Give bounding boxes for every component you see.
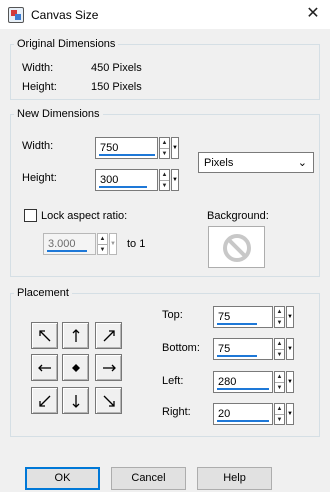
- anchor-top-left-button[interactable]: [31, 322, 58, 349]
- new-width-spinner: 750 ▲ ▼ ▼: [95, 137, 179, 159]
- spin-down-icon[interactable]: ▼: [275, 318, 284, 328]
- arrow-right-icon: [103, 364, 116, 372]
- no-color-icon: [223, 234, 251, 262]
- bottom-input[interactable]: 75: [213, 338, 273, 360]
- new-width-label: Width:: [22, 140, 54, 152]
- anchor-bottom-left-button[interactable]: [31, 387, 58, 414]
- top-dropdown-icon[interactable]: ▼: [286, 306, 294, 328]
- aspect-ratio-input[interactable]: 3.000: [43, 233, 96, 255]
- ok-button[interactable]: OK: [25, 467, 100, 490]
- top-spinner: 75 ▲ ▼ ▼: [213, 306, 294, 328]
- anchor-top-right-button[interactable]: [95, 322, 122, 349]
- lock-aspect-checkbox[interactable]: [24, 209, 37, 222]
- help-button[interactable]: Help: [197, 467, 272, 490]
- arrow-down-left-icon: [39, 395, 51, 407]
- new-height-spin-buttons[interactable]: ▲ ▼: [159, 169, 170, 191]
- spin-down-icon[interactable]: ▼: [98, 245, 107, 255]
- bottom-label: Bottom:: [162, 342, 200, 354]
- bottom-dropdown-icon[interactable]: ▼: [286, 338, 294, 360]
- aspect-ratio-suffix: to 1: [127, 238, 146, 250]
- center-dot-icon: [72, 364, 80, 372]
- arrow-up-left-icon: [39, 330, 51, 342]
- anchor-center-button[interactable]: [62, 354, 89, 381]
- right-label: Right:: [162, 406, 191, 418]
- new-width-spin-buttons[interactable]: ▲ ▼: [159, 137, 170, 159]
- left-label: Left:: [162, 375, 184, 387]
- spin-down-icon[interactable]: ▼: [275, 383, 284, 393]
- left-dropdown-icon[interactable]: ▼: [286, 371, 294, 393]
- arrow-down-icon: [72, 395, 80, 408]
- window-title: Canvas Size: [31, 8, 99, 22]
- anchor-bottom-button[interactable]: [62, 387, 89, 414]
- original-dimensions-legend: Original Dimensions: [17, 38, 116, 50]
- new-height-spinner: 300 ▲ ▼ ▼: [95, 169, 179, 191]
- new-width-dropdown-icon[interactable]: ▼: [171, 137, 179, 159]
- top-label: Top:: [162, 309, 183, 321]
- aspect-ratio-dropdown-icon[interactable]: ▼: [109, 233, 117, 255]
- anchor-top-button[interactable]: [62, 322, 89, 349]
- new-height-label: Height:: [22, 172, 57, 184]
- new-dimensions-legend: New Dimensions: [17, 108, 100, 120]
- original-width-label: Width:: [22, 62, 54, 74]
- chevron-down-icon: ⌄: [297, 157, 307, 169]
- new-height-dropdown-icon[interactable]: ▼: [171, 169, 179, 191]
- spin-up-icon[interactable]: ▲: [275, 404, 284, 415]
- anchor-left-button[interactable]: [31, 354, 58, 381]
- arrow-left-icon: [38, 364, 51, 372]
- placement-legend: Placement: [17, 287, 69, 299]
- original-height-label: Height:: [22, 81, 57, 93]
- units-select[interactable]: Pixels ⌄: [198, 152, 314, 173]
- arrow-down-right-icon: [103, 395, 115, 407]
- new-height-input[interactable]: 300: [95, 169, 158, 191]
- bottom-spinner: 75 ▲ ▼ ▼: [213, 338, 294, 360]
- right-input[interactable]: 20: [213, 403, 273, 425]
- spin-down-icon[interactable]: ▼: [160, 181, 169, 191]
- left-spinner: 280 ▲ ▼ ▼: [213, 371, 294, 393]
- arrow-up-icon: [72, 329, 80, 342]
- right-dropdown-icon[interactable]: ▼: [286, 403, 294, 425]
- spin-up-icon[interactable]: ▲: [275, 372, 284, 383]
- right-spinner: 20 ▲ ▼ ▼: [213, 403, 294, 425]
- cancel-button[interactable]: Cancel: [111, 467, 186, 490]
- title-bar: Canvas Size ✕: [0, 0, 330, 29]
- aspect-ratio-spin-buttons[interactable]: ▲ ▼: [97, 233, 108, 255]
- background-label: Background:: [207, 210, 269, 222]
- spin-up-icon[interactable]: ▲: [160, 138, 169, 149]
- right-spin-buttons[interactable]: ▲ ▼: [274, 403, 285, 425]
- spin-down-icon[interactable]: ▼: [160, 149, 169, 159]
- top-spin-buttons[interactable]: ▲ ▼: [274, 306, 285, 328]
- aspect-ratio-spinner: 3.000 ▲ ▼ ▼: [43, 233, 117, 255]
- spin-up-icon[interactable]: ▲: [275, 339, 284, 350]
- left-input[interactable]: 280: [213, 371, 273, 393]
- original-width-value: 450 Pixels: [91, 62, 142, 74]
- bottom-spin-buttons[interactable]: ▲ ▼: [274, 338, 285, 360]
- spin-up-icon[interactable]: ▲: [160, 170, 169, 181]
- app-icon: [8, 7, 24, 23]
- lock-aspect-label: Lock aspect ratio:: [41, 210, 128, 222]
- top-input[interactable]: 75: [213, 306, 273, 328]
- original-height-value: 150 Pixels: [91, 81, 142, 93]
- spin-up-icon[interactable]: ▲: [98, 234, 107, 245]
- spin-down-icon[interactable]: ▼: [275, 350, 284, 360]
- close-icon[interactable]: ✕: [302, 4, 324, 24]
- spin-down-icon[interactable]: ▼: [275, 415, 284, 425]
- background-swatch[interactable]: [208, 226, 265, 268]
- anchor-bottom-right-button[interactable]: [95, 387, 122, 414]
- left-spin-buttons[interactable]: ▲ ▼: [274, 371, 285, 393]
- anchor-right-button[interactable]: [95, 354, 122, 381]
- spin-up-icon[interactable]: ▲: [275, 307, 284, 318]
- arrow-up-right-icon: [103, 330, 115, 342]
- new-width-input[interactable]: 750: [95, 137, 158, 159]
